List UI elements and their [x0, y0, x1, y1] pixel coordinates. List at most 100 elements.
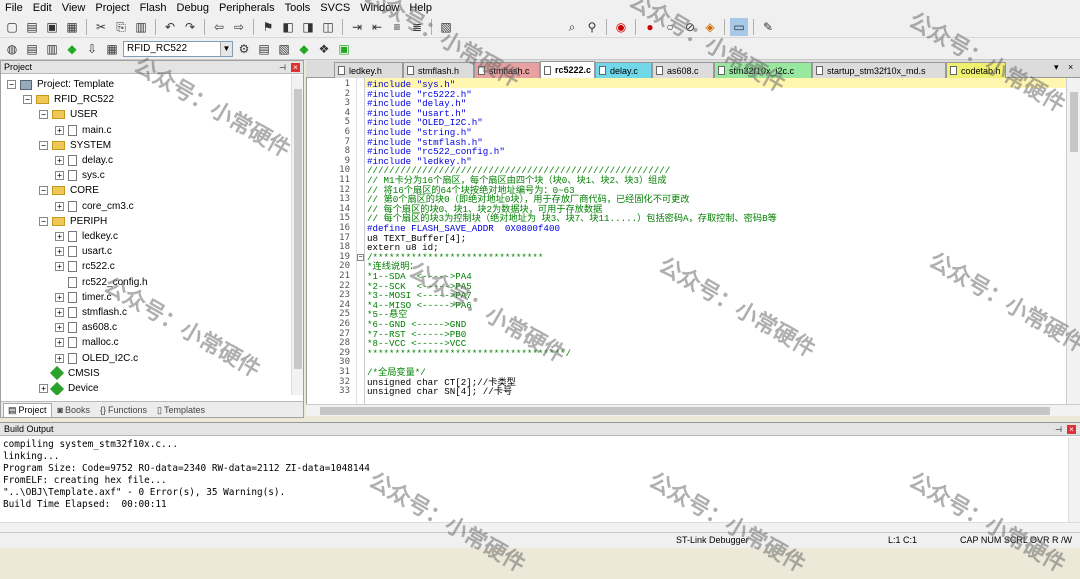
nav-back-icon[interactable]: ⇦	[210, 18, 228, 36]
menu-item-debug[interactable]: Debug	[172, 0, 214, 16]
tree-file[interactable]: rc522_config.h	[55, 275, 148, 290]
manage-run-time-icon[interactable]: ▣	[335, 40, 353, 58]
expand-icon[interactable]: +	[55, 247, 64, 257]
manage-components-icon[interactable]: ▧	[275, 40, 293, 58]
tree-file[interactable]: + ledkey.c	[55, 229, 118, 244]
configure-icon[interactable]: ✎	[759, 18, 777, 36]
expand-icon[interactable]: +	[55, 232, 64, 241]
close-icon[interactable]: ×	[1067, 424, 1076, 434]
tree-file[interactable]: + malloc.c	[55, 335, 119, 350]
window-layout-icon[interactable]: ▭	[730, 17, 748, 36]
debug-start-icon[interactable]: ◉	[612, 18, 630, 36]
expand-icon[interactable]: +	[55, 156, 64, 165]
tree-group-periph[interactable]: − PERIPH	[39, 214, 107, 229]
editor-tab[interactable]: delay.c	[595, 62, 652, 78]
editor-tab[interactable]: ledkey.h	[334, 62, 403, 78]
tree-file[interactable]: + sys.c	[55, 168, 105, 183]
tree-file[interactable]: + main.c	[55, 123, 111, 138]
expand-icon[interactable]: +	[55, 201, 64, 211]
download-icon[interactable]: ⇩	[83, 40, 101, 58]
menu-item-project[interactable]: Project	[90, 0, 134, 16]
save-icon[interactable]: ▣	[43, 18, 61, 36]
tree-file[interactable]: + as608.c	[55, 320, 117, 335]
tree-group-user[interactable]: − USER	[39, 107, 98, 122]
collapse-icon[interactable]: −	[7, 80, 16, 89]
expand-icon[interactable]: +	[55, 262, 64, 272]
tree-group-system[interactable]: − SYSTEM	[39, 138, 111, 153]
close-icon[interactable]: ×	[291, 62, 300, 72]
bookmark-prev-icon[interactable]: ◧	[279, 18, 297, 36]
tree-file[interactable]: + timer.c	[55, 290, 111, 305]
new-file-icon[interactable]: ▢	[3, 18, 21, 36]
unindent-icon[interactable]: ⇤	[368, 18, 386, 36]
pin-icon[interactable]: ⊣	[279, 63, 288, 72]
target-options-icon[interactable]: ⚙	[235, 40, 253, 58]
nav-forward-icon[interactable]: ⇨	[230, 18, 248, 36]
menu-item-window[interactable]: Window	[355, 0, 404, 16]
fold-toggle-icon[interactable]: −	[357, 253, 364, 261]
collapse-icon[interactable]: −	[23, 95, 32, 105]
menu-item-tools[interactable]: Tools	[280, 0, 316, 16]
editor-tab[interactable]: stmflash.c	[474, 62, 540, 78]
pin-icon[interactable]: ⊣	[1055, 425, 1064, 434]
expand-icon[interactable]: +	[55, 171, 64, 181]
editor-tab[interactable]: stmflash.h	[403, 62, 474, 78]
expand-icon[interactable]: +	[55, 353, 64, 363]
translate-icon[interactable]: ◍	[3, 40, 21, 58]
scrollbar-thumb[interactable]	[1070, 92, 1078, 152]
tree-file[interactable]: + OLED_I2C.c	[55, 351, 138, 366]
tab-list-icon[interactable]: ▾	[1054, 62, 1059, 73]
rebuild-icon[interactable]: ▥	[43, 40, 61, 58]
expand-icon[interactable]: +	[55, 308, 64, 317]
expand-icon[interactable]: +	[55, 338, 64, 348]
collapse-icon[interactable]: −	[39, 110, 48, 120]
redo-icon[interactable]: ↷	[181, 18, 199, 36]
undo-icon[interactable]: ↶	[161, 18, 179, 36]
breakpoint-enable-icon[interactable]: ○	[661, 18, 679, 36]
expand-icon[interactable]: +	[39, 384, 48, 393]
editor-tab[interactable]: rc5222.c	[540, 61, 595, 78]
close-tab-icon[interactable]: ×	[1068, 62, 1073, 72]
menu-item-flash[interactable]: Flash	[135, 0, 172, 16]
tree-component-device[interactable]: + Device	[39, 381, 99, 395]
menu-item-svcs[interactable]: SVCS	[315, 0, 355, 16]
expand-icon[interactable]: +	[55, 323, 64, 333]
scrollbar-thumb[interactable]	[294, 89, 302, 369]
menu-item-peripherals[interactable]: Peripherals	[214, 0, 280, 16]
tree-file[interactable]: + delay.c	[55, 153, 113, 168]
tree-group-core[interactable]: − CORE	[39, 183, 99, 198]
editor-vertical-scrollbar[interactable]	[1066, 78, 1080, 404]
file-extensions-icon[interactable]: ▤	[255, 40, 273, 58]
editor-tab[interactable]: startup_stm32f10x_md.s	[812, 62, 946, 78]
collapse-icon[interactable]: −	[39, 140, 48, 150]
pack-installer-icon[interactable]: ◆	[295, 40, 313, 58]
breakpoint-kill-icon[interactable]: ◈	[701, 18, 719, 36]
build-output-horizontal-scrollbar[interactable]	[0, 522, 1080, 532]
collapse-icon[interactable]: −	[39, 216, 48, 226]
tree-file[interactable]: + stmflash.c	[55, 305, 127, 320]
target-icon[interactable]: ▦	[103, 40, 121, 58]
menu-item-edit[interactable]: Edit	[28, 0, 57, 16]
editor-tab[interactable]: as608.c	[652, 62, 714, 78]
breakpoint-insert-icon[interactable]: ●	[641, 18, 659, 36]
project-tree-scrollbar[interactable]	[291, 75, 303, 395]
build-icon[interactable]: ▤	[23, 40, 41, 58]
tab-books[interactable]: ◙ Books	[54, 403, 94, 417]
bookmark-icon[interactable]: ⚑	[259, 18, 277, 36]
find-in-files-icon[interactable]: ▧	[437, 18, 455, 36]
comment-icon[interactable]: ≡	[388, 18, 406, 36]
tab-project[interactable]: ▤ Project	[3, 402, 52, 417]
tree-component-cmsis[interactable]: CMSIS	[39, 366, 100, 381]
tab-templates[interactable]: ▯ Templates	[153, 403, 209, 417]
find-icon[interactable]: ⌕	[563, 18, 581, 36]
collapse-icon[interactable]: −	[39, 186, 48, 196]
scrollbar-thumb[interactable]	[320, 407, 1050, 415]
tree-file[interactable]: + usart.c	[55, 244, 112, 259]
menu-item-view[interactable]: View	[57, 0, 91, 16]
editor-tab[interactable]: stm32f10x_i2c.c	[714, 62, 812, 78]
menu-item-help[interactable]: Help	[404, 0, 437, 16]
tree-project-root[interactable]: − Project: Template	[7, 77, 114, 92]
incremental-find-icon[interactable]: ⚲	[583, 18, 601, 36]
batch-build-icon[interactable]: ◆	[63, 40, 81, 58]
indent-icon[interactable]: ⇥	[348, 18, 366, 36]
